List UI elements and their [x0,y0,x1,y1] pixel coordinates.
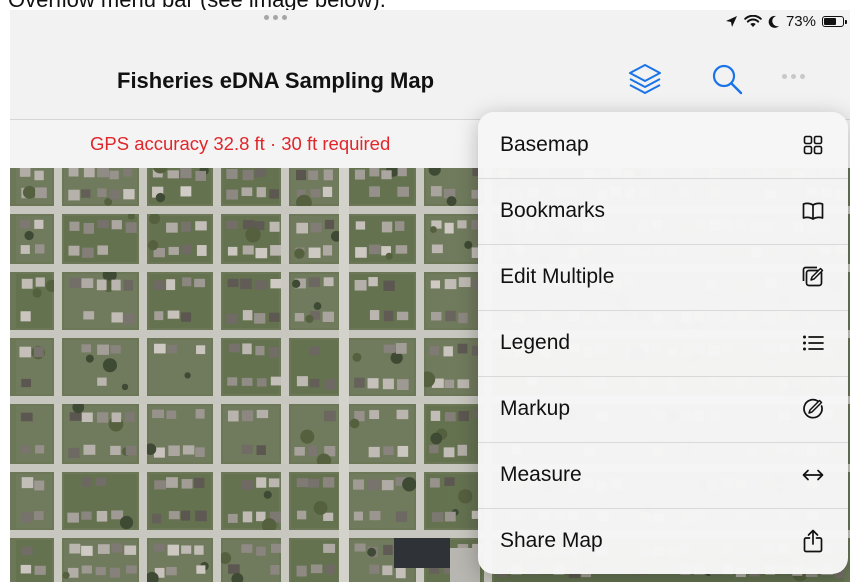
menu-item-markup[interactable]: Markup [478,376,848,442]
menu-item-basemap[interactable]: Basemap [478,112,848,178]
search-icon [712,64,743,95]
status-bar: 73% [10,10,850,36]
menu-item-label: Edit Multiple [500,265,615,288]
app-window: 73% Fisheries eDNA Sampling Map GPS accu… [10,10,850,582]
nav-bar: Fisheries eDNA Sampling Map [10,36,850,120]
wifi-icon [744,15,762,27]
moon-icon [768,15,779,28]
layers-icon [629,64,661,94]
basemap-grid-icon [802,134,824,156]
edit-multiple-icon [802,266,824,288]
menu-item-label: Share Map [500,529,603,552]
status-indicators: 73% [725,13,847,30]
layers-button[interactable] [627,62,663,96]
menu-item-label: Legend [500,331,571,354]
battery-percent: 73% [785,13,816,30]
list-icon [802,332,824,354]
menu-item-edit-multiple[interactable]: Edit Multiple [478,244,848,310]
menu-item-legend[interactable]: Legend [478,310,848,376]
menu-item-label: Basemap [500,133,589,156]
gps-accuracy-text: GPS accuracy 32.8 ft · 30 ft required [90,133,391,154]
menu-item-bookmarks[interactable]: Bookmarks [478,178,848,244]
menu-item-measure[interactable]: Measure [478,442,848,508]
markup-icon [802,398,824,420]
map-title: Fisheries eDNA Sampling Map [117,68,435,93]
menu-item-share-map[interactable]: Share Map [478,508,848,574]
more-button[interactable] [782,74,805,79]
menu-item-label: Markup [500,397,571,420]
location-arrow-icon [725,16,737,27]
book-icon [802,200,824,222]
share-icon [802,529,824,553]
menu-item-label: Bookmarks [500,199,606,222]
search-button[interactable] [710,62,744,96]
measure-arrows-icon [802,464,824,486]
more-icon [782,74,787,79]
menu-item-label: Measure [500,463,582,486]
multitasking-handle[interactable] [264,15,287,20]
overflow-menu: Basemap Bookmarks Edit Multiple Legend Marku… [478,112,848,574]
battery-icon [822,16,847,27]
